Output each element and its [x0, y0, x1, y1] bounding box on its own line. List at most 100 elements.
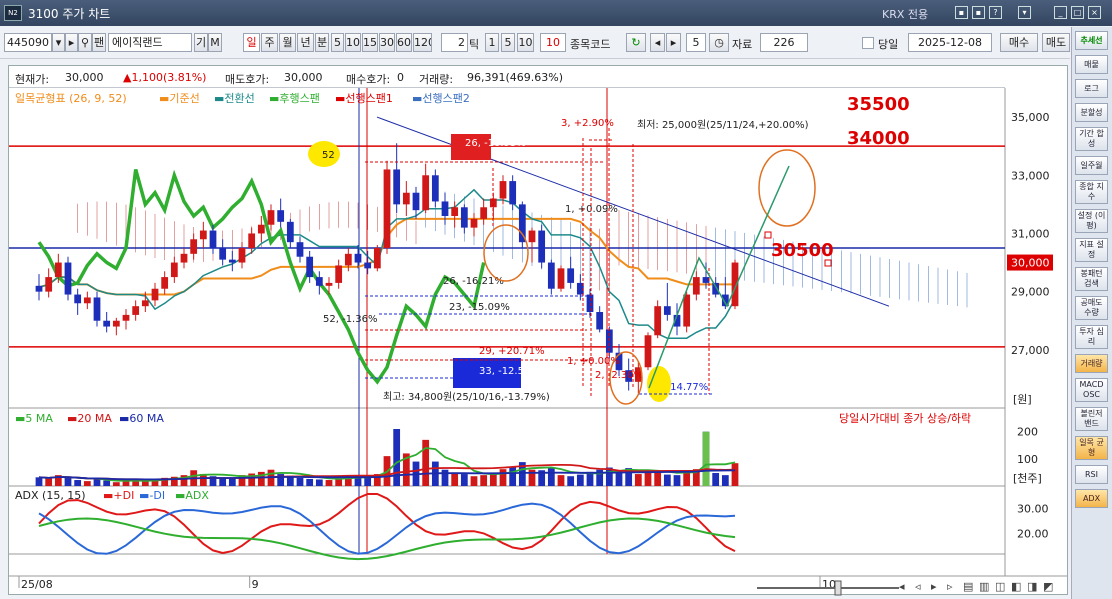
period-button[interactable]: 년: [297, 33, 314, 52]
second-button[interactable]: 10: [517, 33, 534, 52]
tick-label: 틱: [469, 38, 480, 51]
ichimoku-title: 일목균형표 (26, 9, 52): [15, 91, 127, 105]
sidebar-item[interactable]: MACD OSC: [1075, 378, 1108, 402]
level-label-30500: 30500: [771, 240, 834, 261]
volume-label: 거래량:: [419, 73, 454, 86]
minute-button[interactable]: 60: [396, 33, 412, 52]
stock-chart[interactable]: 35,000 33,000 31,000 29,000 27,000 30,000 일목균형…: [9, 88, 1067, 596]
volume-bar: [460, 474, 468, 486]
today-checkbox[interactable]: [862, 37, 874, 49]
toolbar-mini-icon[interactable]: ▤: [963, 580, 973, 593]
volume-bar: [325, 480, 333, 486]
prev-icon[interactable]: ◂: [650, 33, 665, 52]
sidebar-item[interactable]: 투자 심리: [1075, 325, 1108, 349]
tick-input[interactable]: 2: [441, 33, 468, 52]
help-icon[interactable]: ?: [989, 6, 1002, 19]
candle: [199, 230, 207, 240]
candle: [402, 192, 410, 205]
gi-button[interactable]: 기: [194, 33, 208, 52]
toolbar-mini-icon[interactable]: ◩: [1043, 580, 1053, 593]
price-tick-label: 27,000: [1011, 344, 1050, 357]
x-axis-label: 25/08: [21, 578, 53, 591]
toolbar-mini-icon[interactable]: ▸: [931, 580, 937, 593]
sidebar-item[interactable]: 일주월: [1075, 156, 1108, 175]
minute-button[interactable]: 15: [362, 33, 378, 52]
sec-input[interactable]: 10: [540, 33, 566, 52]
volume-bar: [228, 478, 236, 486]
interval-label: 2, -2.30%: [595, 370, 643, 381]
restore-icon[interactable]: ▪: [972, 6, 985, 19]
volume-bar: [315, 479, 323, 486]
candle: [103, 320, 111, 327]
close-icon[interactable]: ×: [1088, 6, 1101, 19]
toolbar-mini-icon[interactable]: ◨: [1027, 580, 1037, 593]
data-count-select[interactable]: 226: [760, 33, 808, 52]
interval-label: 33, -12.58%: [479, 366, 540, 377]
toolbar-mini-icon[interactable]: ◫: [995, 580, 1005, 593]
candle: [518, 204, 526, 243]
volume-bar: [499, 469, 507, 486]
count-input[interactable]: 5: [686, 33, 706, 52]
sidebar-item[interactable]: 공매도 수량: [1075, 296, 1108, 320]
sidebar-item[interactable]: 볼린저 밴드: [1075, 407, 1108, 431]
second-button[interactable]: 5: [501, 33, 515, 52]
minute-button[interactable]: 30: [379, 33, 395, 52]
search-icon[interactable]: ⚲: [78, 33, 92, 52]
period-button[interactable]: 일: [243, 33, 260, 52]
toolbar-mini-icon[interactable]: ◧: [1011, 580, 1021, 593]
candle: [161, 277, 169, 289]
stock-name-field[interactable]: 에이직랜드: [108, 33, 192, 52]
next-page-icon[interactable]: ▸: [666, 33, 681, 52]
code-dropdown-icon[interactable]: ▾: [52, 33, 65, 52]
right-sidebar: 추세선매물로그분할성기간 합성일주월종합 지수설정 (이평) 지표 설정봉패턴 검…: [1071, 27, 1112, 599]
toolbar-mini-icon[interactable]: ▥: [979, 580, 989, 593]
toolbar-mini-icon[interactable]: ◂: [899, 580, 905, 593]
candle: [335, 265, 343, 283]
volume-bar: [673, 475, 681, 486]
price-tick-label: 29,000: [1011, 286, 1050, 299]
sidebar-item[interactable]: 일목 균형: [1075, 436, 1108, 460]
sell-button[interactable]: 매도: [1042, 33, 1070, 52]
candle: [441, 201, 449, 216]
legend-entry: ▬전환선: [214, 92, 255, 105]
m-button[interactable]: M: [208, 33, 222, 52]
sidebar-item[interactable]: 거래량: [1075, 354, 1108, 373]
toolbar-mini-icon[interactable]: ◃: [915, 580, 921, 593]
refresh-icon[interactable]: ↻: [626, 33, 646, 52]
clock-icon[interactable]: ◷: [709, 33, 729, 52]
maximize-icon[interactable]: □: [1071, 6, 1084, 19]
buy-button[interactable]: 매수: [1000, 33, 1038, 52]
volume-bar: [683, 472, 691, 486]
sidebar-item[interactable]: ADX: [1075, 489, 1108, 508]
pin-icon[interactable]: ▪: [955, 6, 968, 19]
volume-bar: [470, 476, 478, 486]
minute-button[interactable]: 10: [345, 33, 361, 52]
sidebar-item[interactable]: 종합 지수: [1075, 180, 1108, 204]
pan-button[interactable]: 팬: [92, 33, 106, 52]
sidebar-item[interactable]: 설정 (이평): [1075, 209, 1108, 233]
sidebar-item[interactable]: RSI: [1075, 465, 1108, 484]
sidebar-item[interactable]: 기간 합성: [1075, 127, 1108, 151]
sidebar-item[interactable]: 지표 설정: [1075, 238, 1108, 262]
code-input[interactable]: 445090: [4, 33, 52, 52]
date-input[interactable]: 2025-12-08: [908, 33, 992, 52]
sidebar-item[interactable]: 봉패턴 검색: [1075, 267, 1108, 291]
period-button[interactable]: 월: [279, 33, 296, 52]
sidebar-item[interactable]: 매물: [1075, 55, 1108, 74]
hide-icon[interactable]: ▾: [1018, 6, 1031, 19]
sidebar-item[interactable]: 로그: [1075, 79, 1108, 98]
zoom-slider-thumb[interactable]: [834, 580, 842, 596]
minute-button[interactable]: 120: [413, 33, 432, 52]
second-button[interactable]: 1: [485, 33, 499, 52]
candle: [132, 306, 140, 315]
candle: [219, 248, 227, 260]
minute-button[interactable]: 5: [331, 33, 344, 52]
toolbar-mini-icon[interactable]: ▹: [947, 580, 953, 593]
minimize-icon[interactable]: _: [1054, 6, 1067, 19]
sidebar-item[interactable]: 분할성: [1075, 103, 1108, 122]
period-button[interactable]: 주: [261, 33, 278, 52]
next-icon[interactable]: ▸: [65, 33, 78, 52]
sidebar-item[interactable]: 추세선: [1075, 31, 1108, 50]
candle: [83, 297, 91, 304]
candle: [306, 256, 314, 278]
